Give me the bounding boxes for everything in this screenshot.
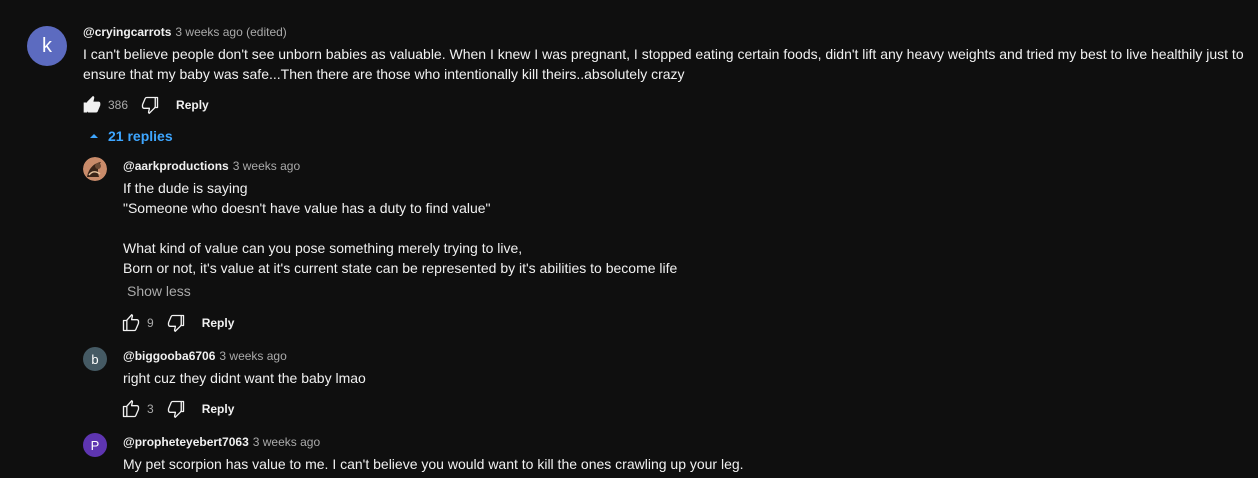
reply-header: @biggooba6706 3 weeks ago <box>123 349 287 363</box>
avatar[interactable] <box>83 157 107 181</box>
like-count: 3 <box>147 402 154 416</box>
like-button[interactable] <box>119 311 143 335</box>
caret-up-icon <box>90 134 98 138</box>
like-button[interactable] <box>80 93 104 117</box>
thumbs-down-outline-icon <box>167 314 184 332</box>
thumbs-down-outline-icon <box>167 400 184 418</box>
avatar[interactable]: k <box>27 26 67 66</box>
reply-button[interactable]: Reply <box>202 402 235 416</box>
reply-timestamp[interactable]: 3 weeks ago <box>233 159 300 173</box>
reply-author[interactable]: @propheteyebert7063 <box>123 435 249 449</box>
replies-count-label: 21 replies <box>108 128 173 144</box>
reply-timestamp[interactable]: 3 weeks ago <box>253 435 320 449</box>
thumbs-down-outline-icon <box>141 96 159 114</box>
avatar[interactable]: b <box>83 347 107 371</box>
replies-toggle[interactable]: 21 replies <box>88 128 173 144</box>
comment-header: @cryingcarrots 3 weeks ago (edited) <box>83 25 287 39</box>
reply-button[interactable]: Reply <box>202 316 235 330</box>
like-count: 9 <box>147 316 154 330</box>
reply-header: @aarkproductions 3 weeks ago <box>123 159 300 173</box>
show-less-link[interactable]: Show less <box>127 283 191 299</box>
reply-actions: 9 Reply <box>119 311 234 335</box>
dislike-button[interactable] <box>164 311 188 335</box>
profile-photo-icon <box>83 157 107 181</box>
reply-text: If the dude is saying "Someone who doesn… <box>123 180 678 276</box>
thumbs-up-filled-icon <box>83 95 101 113</box>
thumbs-up-outline-icon <box>122 314 140 332</box>
comment-author[interactable]: @cryingcarrots <box>83 25 171 39</box>
like-count: 386 <box>108 98 129 112</box>
comment-text: I can't believe people don't see unborn … <box>83 46 1244 82</box>
reply-header: @propheteyebert7063 3 weeks ago <box>123 435 320 449</box>
reply-text: right cuz they didnt want the baby lmao <box>123 370 366 386</box>
reply-author[interactable]: @aarkproductions <box>123 159 229 173</box>
comment-actions: 386 Reply <box>80 93 209 117</box>
like-button[interactable] <box>119 397 143 421</box>
reply-author[interactable]: @biggooba6706 <box>123 349 215 363</box>
dislike-button[interactable] <box>164 397 188 421</box>
avatar[interactable]: P <box>83 433 107 457</box>
reply-actions: 3 Reply <box>119 397 234 421</box>
reply-button[interactable]: Reply <box>176 98 209 112</box>
thumbs-up-outline-icon <box>122 400 140 418</box>
reply-timestamp[interactable]: 3 weeks ago <box>219 349 286 363</box>
comment-timestamp[interactable]: 3 weeks ago (edited) <box>175 25 286 39</box>
reply-text: My pet scorpion has value to me. I can't… <box>123 456 744 472</box>
dislike-button[interactable] <box>138 93 162 117</box>
